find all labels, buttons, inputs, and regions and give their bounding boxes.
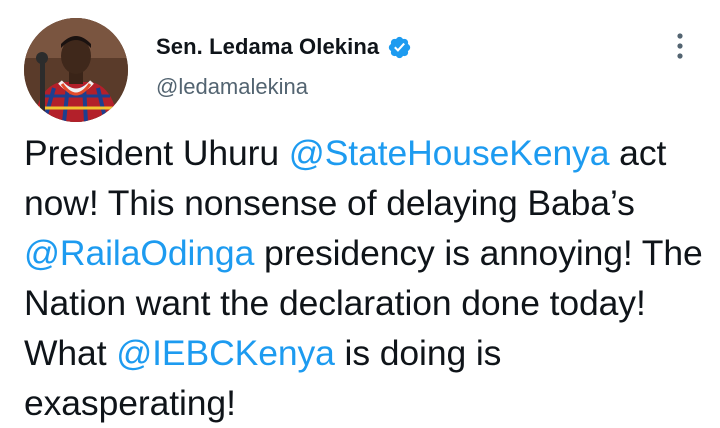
author-handle[interactable]: @ledamalekina [156, 74, 412, 100]
tweet-text: President Uhuru @StateHouseKenya act now… [24, 128, 704, 428]
name-row: Sen. Ledama Olekina [156, 31, 412, 63]
tweet-text-segment: President Uhuru [24, 133, 289, 173]
more-options-icon [677, 33, 683, 59]
verified-badge-icon [387, 35, 412, 60]
avatar[interactable] [24, 18, 128, 122]
more-options-button[interactable] [664, 30, 696, 62]
display-name[interactable]: Sen. Ledama Olekina [156, 34, 379, 60]
mention-link[interactable]: @IEBCKenya [116, 333, 335, 373]
tweet-card: Sen. Ledama Olekina @ledamalekina Presid… [0, 0, 720, 425]
mention-link[interactable]: @RailaOdinga [24, 233, 254, 273]
mention-link[interactable]: @StateHouseKenya [289, 133, 610, 173]
author-block: Sen. Ledama Olekina @ledamalekina [156, 31, 412, 100]
avatar-image [24, 18, 128, 122]
